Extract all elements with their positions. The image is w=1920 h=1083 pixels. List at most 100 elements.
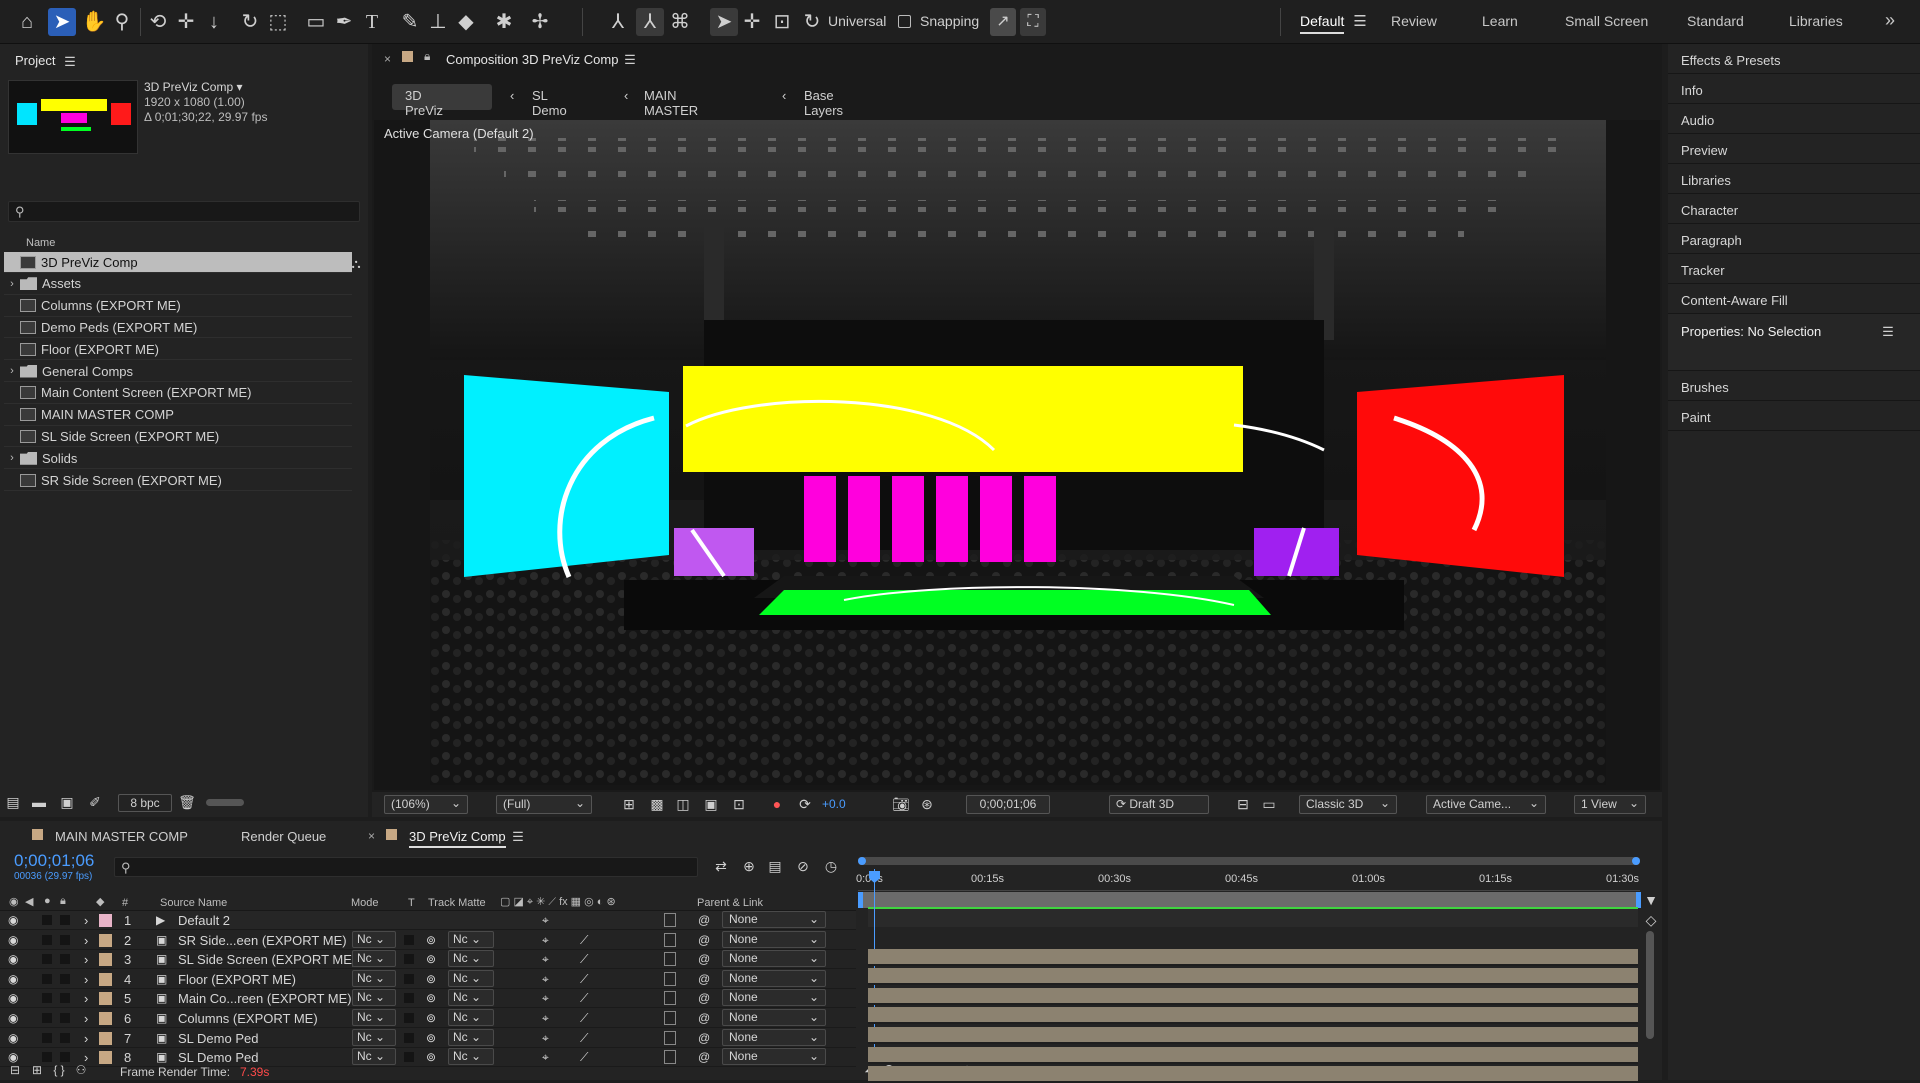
3d-layer-switch[interactable] <box>664 932 676 947</box>
visibility-eye-icon[interactable]: ◉ <box>8 972 18 986</box>
name-column-header[interactable]: Name <box>26 237 55 249</box>
shy-switch-icon[interactable]: ⌖ <box>542 1011 549 1026</box>
visibility-eye-icon[interactable]: ◉ <box>8 1031 18 1045</box>
3d-scale-icon[interactable]: ⊡ <box>770 10 794 34</box>
tab-3d-previz-comp[interactable]: 3D PreViz Comp <box>409 829 506 848</box>
layer-source-name[interactable]: SL Side Screen (EXPORT ME) <box>178 952 356 967</box>
layer-label-color[interactable] <box>99 1051 112 1065</box>
matte-link-icon[interactable]: ⊚ <box>426 1031 436 1045</box>
track-matte-select[interactable]: Nc ⌄ <box>448 1048 494 1066</box>
interpret-footage-icon[interactable]: ▤ <box>4 793 22 811</box>
project-comp-item[interactable]: SR Side Screen (EXPORT ME) <box>4 470 352 491</box>
lock-toggle[interactable] <box>60 915 70 925</box>
pick-whip-icon[interactable]: @ <box>698 913 710 927</box>
preserve-transparency-icon[interactable] <box>404 954 414 965</box>
preserve-transparency-icon[interactable] <box>404 973 414 984</box>
work-area-range[interactable] <box>862 892 1638 908</box>
time-ruler[interactable]: 0:00s 00:15s 00:30s 00:45s 01:00s 01:15s 01:30… <box>856 867 1640 891</box>
expand-chevron-icon[interactable]: › <box>84 933 88 948</box>
universal-label[interactable]: Universal <box>828 13 886 29</box>
layer-source-name[interactable]: SL Demo Ped <box>178 1050 258 1065</box>
panel-content-aware-fill[interactable]: Content-Aware Fill <box>1681 293 1788 308</box>
panel-audio[interactable]: Audio <box>1681 113 1714 128</box>
track-matte-header[interactable]: Track Matte <box>428 897 486 909</box>
track-matte-select[interactable]: Nc ⌄ <box>448 989 494 1007</box>
project-search-input[interactable]: ⚲ <box>8 201 360 222</box>
3d-layer-switch[interactable] <box>664 952 676 967</box>
show-snapshot-icon[interactable]: ⊛ <box>918 795 936 813</box>
layer-row[interactable]: ◉ › 3 ▣ SL Side Screen (EXPORT ME) Nc ⌄ ⊚ Nc ⌄ ⟋… <box>0 950 856 970</box>
matte-link-icon[interactable]: ⊚ <box>426 952 436 966</box>
panel-menu-icon[interactable]: ☰ <box>622 51 638 67</box>
pick-whip-icon[interactable]: @ <box>698 991 710 1005</box>
parent-select[interactable]: None ⌄ <box>722 969 826 987</box>
visibility-eye-icon[interactable]: ◉ <box>8 1011 18 1025</box>
parent-select[interactable]: None ⌄ <box>722 930 826 948</box>
mask-visibility-icon[interactable]: ◫ <box>674 795 692 813</box>
layer-duration-bar[interactable] <box>868 1046 1638 1064</box>
shy-switch-icon[interactable]: ⌖ <box>542 1050 549 1065</box>
camera-layer-bar[interactable] <box>868 907 1638 927</box>
panel-tracker[interactable]: Tracker <box>1681 263 1725 278</box>
zoom-select[interactable]: (106%) ⌄ <box>384 795 468 814</box>
snap-features-icon[interactable]: ⛶ <box>1020 8 1046 36</box>
comp-marker-icon[interactable]: ▼ <box>1644 891 1658 909</box>
layer-duration-bar[interactable] <box>868 948 1638 966</box>
visibility-eye-icon[interactable]: ◉ <box>8 952 18 966</box>
toggle-keyframes-icon[interactable]: { } <box>52 1063 66 1077</box>
reset-exposure-icon[interactable]: ⟳ <box>796 795 814 813</box>
layer-source-name[interactable]: Main Co...reen (EXPORT ME) <box>178 991 352 1006</box>
transparency-grid-icon[interactable]: ▩ <box>648 795 666 813</box>
project-comp-item[interactable]: Floor (EXPORT ME) <box>4 339 352 361</box>
eraser-tool-icon[interactable]: ◆ <box>454 10 478 34</box>
comp-viewer[interactable]: Active Camera (Default 2) <box>374 120 1660 790</box>
track-matte-select[interactable]: Nc ⌄ <box>448 1009 494 1026</box>
blend-mode-select[interactable]: Nc ⌄ <box>352 1028 396 1046</box>
project-folder-item[interactable]: › General Comps <box>4 361 352 382</box>
work-area-end[interactable] <box>1636 892 1641 908</box>
selection-tool-icon[interactable]: ➤ <box>48 8 76 36</box>
shy-switch-icon[interactable]: ⌖ <box>542 972 549 987</box>
matte-link-icon[interactable]: ⊚ <box>426 1011 436 1025</box>
layer-row[interactable]: ◉ › 6 ▣ Columns (EXPORT ME) Nc ⌄ ⊚ Nc ⌄ ⟋ ⌖ @ None ⌄ <box>0 1009 856 1028</box>
quality-switch-icon[interactable]: ⟋ <box>580 972 588 987</box>
frame-blending-icon[interactable]: ⊘ <box>794 857 812 875</box>
layer-duration-bar[interactable] <box>868 1066 1638 1083</box>
thumbnail-size-slider[interactable] <box>206 799 244 806</box>
source-name-header[interactable]: Source Name <box>160 897 227 909</box>
layer-source-name[interactable]: SL Demo Ped <box>178 1031 258 1046</box>
hand-tool-icon[interactable]: ✋ <box>82 10 107 34</box>
bit-depth-button[interactable]: 8 bpc <box>118 794 172 812</box>
workspace-learn[interactable]: Learn <box>1482 13 1518 29</box>
layer-row[interactable]: ◉ › 4 ▣ Floor (EXPORT ME) Nc ⌄ ⊚ Nc ⌄ ⟋ ⌖ @ None ⌄ <box>0 969 856 989</box>
home-icon[interactable]: ⌂ <box>14 10 40 34</box>
shy-switch-icon[interactable]: ⌖ <box>542 991 549 1006</box>
layer-row[interactable]: ◉ › 1 ▶ Default 2 ⌖ @ None ⌄ <box>0 911 856 930</box>
shy-switch-icon[interactable]: ⌖ <box>542 1031 549 1046</box>
new-folder-icon[interactable]: ▬ <box>30 793 48 811</box>
grid-guides-icon[interactable]: ⊡ <box>730 795 748 813</box>
solo-toggle[interactable] <box>42 954 52 965</box>
color-channel-icon[interactable]: ● <box>768 795 786 813</box>
expand-chevron-icon[interactable]: › <box>84 1031 88 1046</box>
shy-switch-icon[interactable]: ⌖ <box>542 952 549 967</box>
fast-preview-icon[interactable]: ⊞ <box>620 795 638 813</box>
parent-select[interactable]: None ⌄ <box>722 911 826 928</box>
pan-camera-icon[interactable]: ✛ <box>174 10 198 34</box>
comp-marker-bin-icon[interactable]: ◇ <box>1644 911 1658 929</box>
layer-source-name[interactable]: Default 2 <box>178 913 230 928</box>
expand-chevron-icon[interactable]: › <box>84 952 88 967</box>
lock-toggle[interactable] <box>60 973 70 984</box>
extended-viewer-icon[interactable]: ▭ <box>1260 795 1278 813</box>
puppet-pin-icon[interactable]: ✢ <box>528 10 552 34</box>
tab-main-master-comp[interactable]: MAIN MASTER COMP <box>55 829 188 844</box>
timeline-timecode[interactable]: 0;00;01;06 <box>14 851 94 871</box>
roto-brush-icon[interactable]: ✱ <box>492 10 516 34</box>
project-comp-item[interactable]: Main Content Screen (EXPORT ME) <box>4 383 352 404</box>
layer-duration-bar[interactable] <box>868 968 1638 986</box>
lock-toggle[interactable] <box>60 954 70 965</box>
parent-select[interactable]: None ⌄ <box>722 950 826 968</box>
layer-source-name[interactable]: SR Side...een (EXPORT ME) <box>178 933 347 948</box>
close-icon[interactable]: × <box>384 52 391 66</box>
panel-menu-icon[interactable]: ☰ <box>510 828 526 844</box>
